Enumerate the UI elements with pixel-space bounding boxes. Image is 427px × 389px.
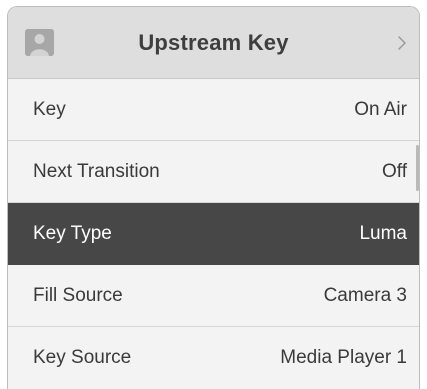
menu-row-next-transition[interactable]: Next Transition Off <box>8 141 419 203</box>
menu-row-label: Key <box>33 99 66 120</box>
menu-row-value: Luma <box>359 223 407 244</box>
menu-row-label: Fill Source <box>33 285 123 306</box>
person-icon <box>25 29 54 56</box>
menu-row-label: Next Transition <box>33 161 160 182</box>
chevron-right-icon[interactable] <box>395 32 409 54</box>
menu-row-label: Key Source <box>33 347 132 368</box>
menu-row-value: On Air <box>354 99 407 120</box>
menu-row-value: Off <box>382 161 407 182</box>
menu-row-key[interactable]: Key On Air <box>8 79 419 141</box>
menu-row-value: Media Player 1 <box>280 347 407 368</box>
menu-row-key-type[interactable]: Key Type Luma <box>8 203 419 265</box>
upstream-key-menu: Upstream Key Key On Air Next Transition … <box>7 6 420 389</box>
menu-header: Upstream Key <box>8 7 419 79</box>
menu-row-value: Camera 3 <box>323 285 407 306</box>
scrollbar[interactable] <box>416 145 419 191</box>
menu-row-key-source[interactable]: Key Source Media Player 1 <box>8 327 419 389</box>
menu-row-label: Key Type <box>33 223 112 244</box>
page-title: Upstream Key <box>138 30 289 55</box>
menu-row-fill-source[interactable]: Fill Source Camera 3 <box>8 265 419 327</box>
